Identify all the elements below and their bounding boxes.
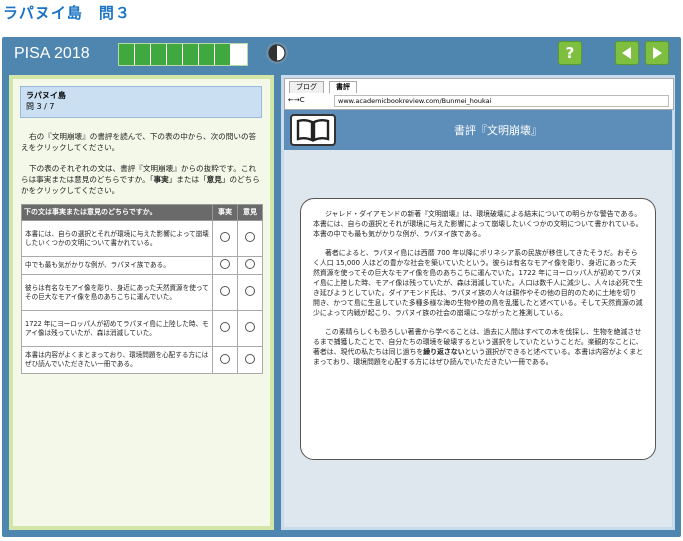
- progress-segment: [199, 44, 214, 65]
- opinion-radio-cell[interactable]: [237, 256, 263, 275]
- progress-segment: [119, 44, 134, 65]
- fact-radio[interactable]: [220, 232, 230, 242]
- fact-radio[interactable]: [220, 322, 230, 332]
- opinion-radio[interactable]: [245, 259, 255, 269]
- article-paragraph: ジャレド・ダイアモンドの新著『文明崩壊』は、環境破壊による結末についての明らかな…: [313, 210, 643, 238]
- pisa-window: PISA 2018 ? ラパヌイ島 問 3 / 7 右の『文明崩壊』の書評を読ん…: [2, 37, 681, 537]
- next-button[interactable]: [645, 41, 669, 65]
- progress-segment: [183, 44, 198, 65]
- table-header-question: 下の文は事実または意見のどちらですか。: [21, 204, 213, 221]
- progress-segment-current: [231, 44, 246, 65]
- instruction-text-2: 下の表のそれぞれの文は、書評『文明崩壊』からの抜粋です。これらは事実または意見の…: [21, 164, 260, 195]
- table-header-fact: 事実: [212, 204, 238, 221]
- progress-segment: [135, 44, 150, 65]
- instruction-text: 右の『文明崩壊』の書評を読んで、下の表の中から、次の問いの答えをクリックしてくだ…: [21, 132, 257, 152]
- unit-title: ラパヌイ島: [26, 91, 66, 100]
- review-page: 書評『文明崩壊』 ジャレド・ダイアモンドの新著『文明崩壊』は、環境破壊による結末…: [284, 110, 672, 527]
- table-row: 本書は内容がよくまとまっており、環境問題を心配する方にはぜひ読んでいただきたい一…: [21, 346, 263, 374]
- fact-radio-cell[interactable]: [212, 220, 238, 257]
- review-header: 書評『文明崩壊』: [284, 110, 672, 150]
- review-article: ジャレド・ダイアモンドの新著『文明崩壊』は、環境破壊による結末についての明らかな…: [300, 198, 656, 460]
- statement-cell: 彼らは有名なモアイ像を彫り、身近にあった天然資源を使ってその巨大なモアイ像を島の…: [21, 274, 213, 311]
- opinion-radio-cell[interactable]: [237, 310, 263, 347]
- triangle-left-icon: [622, 47, 631, 59]
- url-bar[interactable]: www.academicbookreview.com/Bunmei_houkai: [334, 95, 669, 107]
- prev-button[interactable]: [615, 41, 639, 65]
- article-paragraph: この素晴らしくも恐ろしい著書から学べることは、過去に人間はすべての木を伐採し、生…: [313, 328, 643, 366]
- table-row: 1722 年にヨーロッパ人が初めてラパヌイ島に上陸した時、モアイ像は残っていたが…: [21, 310, 263, 347]
- fact-radio[interactable]: [220, 259, 230, 269]
- tab-review[interactable]: 書評: [329, 81, 357, 93]
- opinion-radio-cell[interactable]: [237, 220, 263, 257]
- review-title: 書評『文明崩壊』: [454, 124, 542, 137]
- fact-radio-cell[interactable]: [212, 256, 238, 275]
- statement-cell: 本書には、自らの選択とそれが環境に与えた影響によって崩壊したいくつかの文明につい…: [21, 220, 213, 257]
- opinion-radio-cell[interactable]: [237, 346, 263, 374]
- progress-segment: [151, 44, 166, 65]
- fact-radio[interactable]: [220, 286, 230, 296]
- tab-blog[interactable]: ブログ: [289, 81, 324, 93]
- progress-segment: [215, 44, 230, 65]
- help-button[interactable]: ?: [558, 41, 582, 65]
- fact-radio-cell[interactable]: [212, 346, 238, 374]
- table-header-opinion: 意見: [237, 204, 263, 221]
- pie-timer-icon: [266, 42, 288, 64]
- table-row: 中でも最も気がかりな例が、ラパヌイ族である。: [21, 256, 263, 275]
- stimulus-panel: ブログ 書評 ←→C www.academicbookreview.com/Bu…: [281, 75, 675, 530]
- top-bar: PISA 2018 ?: [2, 37, 681, 71]
- question-header: ラパヌイ島 問 3 / 7: [20, 86, 262, 118]
- table-row: 彼らは有名なモアイ像を彫り、身近にあった天然資源を使ってその巨大なモアイ像を島の…: [21, 274, 263, 311]
- table-row: 本書には、自らの選択とそれが環境に与えた影響によって崩壊したいくつかの文明につい…: [21, 220, 263, 257]
- opinion-radio[interactable]: [245, 322, 255, 332]
- fact-radio[interactable]: [220, 353, 230, 364]
- opinion-radio[interactable]: [245, 286, 255, 296]
- progress-segment: [167, 44, 182, 65]
- fact-radio-cell[interactable]: [212, 310, 238, 347]
- triangle-right-icon: [653, 47, 662, 59]
- fact-radio-cell[interactable]: [212, 274, 238, 311]
- opinion-radio-cell[interactable]: [237, 274, 263, 311]
- statement-cell: 本書は内容がよくまとまっており、環境問題を心配する方にはぜひ読んでいただきたい一…: [21, 346, 213, 374]
- statement-cell: 中でも最も気がかりな例が、ラパヌイ族である。: [21, 256, 213, 275]
- article-paragraph: 著者によると、ラパヌイ島には西暦 700 年以降にポリネシア系の民族が移住してき…: [313, 249, 643, 317]
- question-counter: 問 3 / 7: [26, 102, 55, 111]
- fact-opinion-table: 下の文は事実または意見のどちらですか。 事実 意見 本書には、自らの選択とそれが…: [21, 204, 263, 374]
- statement-cell: 1722 年にヨーロッパ人が初めてラパヌイ島に上陸した時、モアイ像は残っていたが…: [21, 310, 213, 347]
- table-header-row: 下の文は事実または意見のどちらですか。 事実 意見: [21, 204, 263, 221]
- progress-bar: [118, 43, 248, 66]
- question-panel: ラパヌイ島 問 3 / 7 右の『文明崩壊』の書評を読んで、下の表の中から、次の…: [9, 75, 274, 530]
- back-forward-reload-icons[interactable]: ←→C: [288, 96, 305, 104]
- opinion-radio[interactable]: [245, 232, 255, 242]
- pisa-label: PISA 2018: [14, 45, 90, 62]
- page-heading: ラパヌイ島 問３: [3, 4, 131, 22]
- address-row: ←→C www.academicbookreview.com/Bunmei_ho…: [288, 94, 670, 107]
- opinion-radio[interactable]: [245, 353, 255, 364]
- browser-chrome: ブログ 書評 ←→C www.academicbookreview.com/Bu…: [284, 78, 674, 110]
